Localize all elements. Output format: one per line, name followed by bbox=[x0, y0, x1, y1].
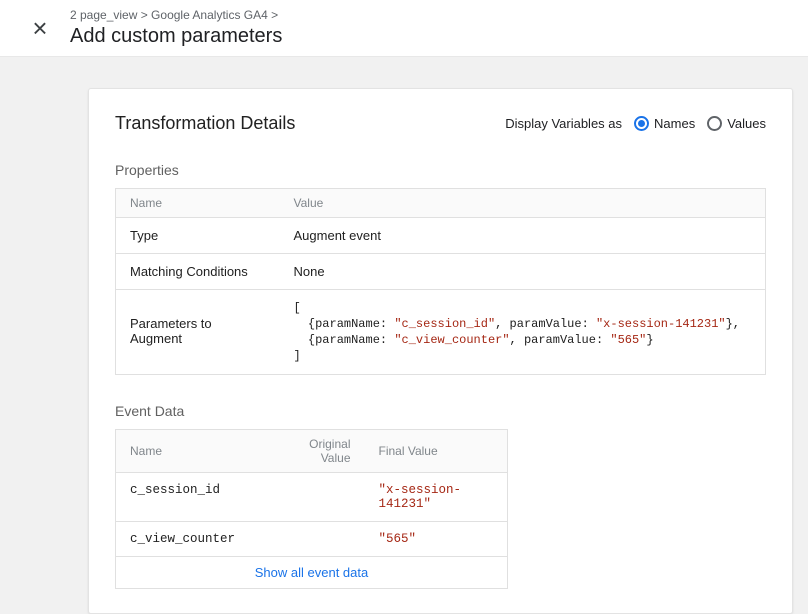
event-col-final-value: Final Value bbox=[365, 430, 508, 473]
breadcrumb: 2 page_view > Google Analytics GA4 > bbox=[70, 8, 282, 22]
event-col-name: Name bbox=[116, 430, 269, 473]
radio-names[interactable]: Names bbox=[634, 116, 695, 131]
property-value: None bbox=[280, 254, 766, 290]
radio-values-label: Values bbox=[727, 116, 766, 131]
event-data-header-row: Name Original Value Final Value bbox=[116, 430, 508, 473]
radio-names-label: Names bbox=[654, 116, 695, 131]
table-row: Parameters to Augment [ {paramName: "c_s… bbox=[116, 290, 766, 375]
properties-col-name: Name bbox=[116, 189, 280, 218]
display-variables-label: Display Variables as bbox=[505, 116, 622, 131]
event-col-original-value: Original Value bbox=[269, 430, 365, 473]
display-variables-toggle: Display Variables as Names Values bbox=[505, 116, 766, 131]
table-row: c_session_id "x-session-141231" bbox=[116, 473, 508, 522]
header-titles: 2 page_view > Google Analytics GA4 > Add… bbox=[70, 8, 282, 48]
table-row: c_view_counter "565" bbox=[116, 522, 508, 557]
properties-table: Name Value Type Augment event Matching C… bbox=[115, 188, 766, 375]
close-icon[interactable]: × bbox=[28, 13, 52, 43]
properties-section-title: Properties bbox=[115, 162, 766, 178]
main-content: Transformation Details Display Variables… bbox=[0, 57, 808, 593]
radio-values-icon bbox=[707, 116, 722, 131]
event-data-table: Name Original Value Final Value c_sessio… bbox=[115, 429, 508, 589]
property-value: Augment event bbox=[280, 218, 766, 254]
event-final-value: "565" bbox=[365, 522, 508, 557]
page-title: Add custom parameters bbox=[70, 24, 282, 48]
event-data-footer-row: Show all event data bbox=[116, 557, 508, 589]
property-name: Parameters to Augment bbox=[116, 290, 280, 375]
show-all-event-data-link[interactable]: Show all event data bbox=[255, 565, 368, 580]
event-original-value bbox=[269, 522, 365, 557]
transformation-details-card: Transformation Details Display Variables… bbox=[88, 88, 793, 614]
radio-values[interactable]: Values bbox=[707, 116, 766, 131]
top-header: × 2 page_view > Google Analytics GA4 > A… bbox=[0, 0, 808, 57]
property-value: [ {paramName: "c_session_id", paramValue… bbox=[280, 290, 766, 375]
event-data-footer-cell: Show all event data bbox=[116, 557, 508, 589]
event-data-section-title: Event Data bbox=[115, 403, 766, 419]
parameters-code: [ {paramName: "c_session_id", paramValue… bbox=[294, 300, 752, 364]
event-name: c_view_counter bbox=[116, 522, 269, 557]
table-row: Matching Conditions None bbox=[116, 254, 766, 290]
properties-header-row: Name Value bbox=[116, 189, 766, 218]
card-title: Transformation Details bbox=[115, 113, 295, 134]
event-final-value: "x-session-141231" bbox=[365, 473, 508, 522]
properties-col-value: Value bbox=[280, 189, 766, 218]
event-original-value bbox=[269, 473, 365, 522]
property-name: Matching Conditions bbox=[116, 254, 280, 290]
radio-names-icon bbox=[634, 116, 649, 131]
card-header: Transformation Details Display Variables… bbox=[115, 113, 766, 134]
property-name: Type bbox=[116, 218, 280, 254]
event-name: c_session_id bbox=[116, 473, 269, 522]
table-row: Type Augment event bbox=[116, 218, 766, 254]
